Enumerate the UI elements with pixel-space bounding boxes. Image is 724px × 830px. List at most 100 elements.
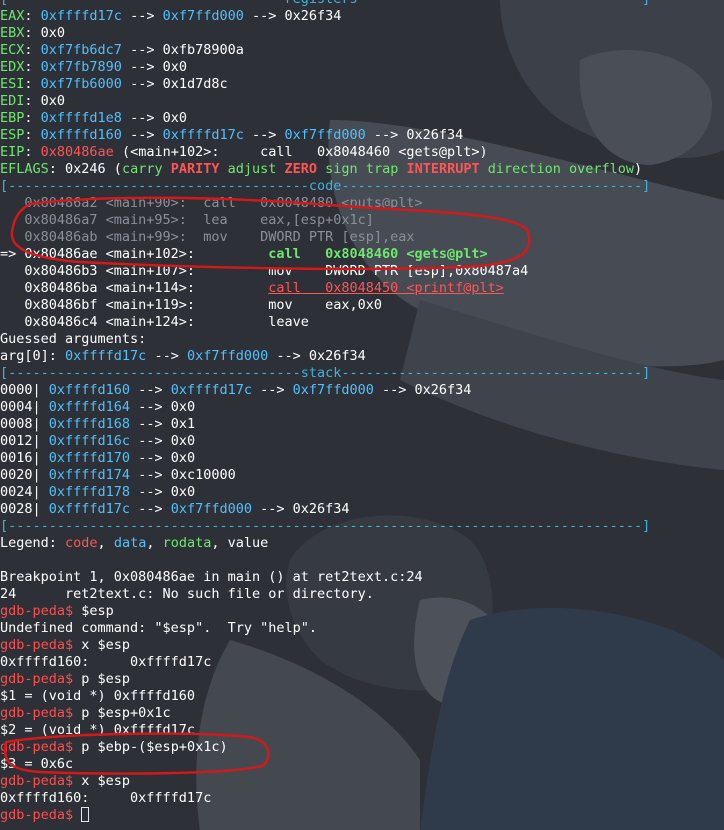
terminal-text: --> 0x0: [130, 433, 196, 449]
terminal-text: ,: [146, 535, 163, 551]
terminal-text: call 0x8048450 <printf@plt>: [268, 280, 504, 296]
terminal-text: :: [24, 144, 41, 160]
terminal-text: 0xf7ffd000: [292, 382, 374, 398]
terminal-text: 24 ret2text.c: No such file or directory…: [0, 586, 374, 602]
terminal-line: 0016| 0xffffd170 --> 0x0: [0, 450, 724, 467]
terminal-line: 24 ret2text.c: No such file or directory…: [0, 586, 724, 603]
terminal-line: 0012| 0xffffd16c --> 0x0: [0, 433, 724, 450]
terminal-text: --> 0x0: [130, 399, 196, 415]
terminal-text: 0xffffd160: [48, 382, 131, 398]
terminal-line: gdb-peda$ p $ebp-($esp+0x1c): [0, 739, 724, 756]
terminal-text: --> 0x26f34: [365, 127, 464, 143]
terminal-line: 0024| 0xffffd178 --> 0x0: [0, 484, 724, 501]
terminal-text: 0x80486ba <main+114>:: [0, 280, 269, 296]
terminal-line: 0020| 0xffffd174 --> 0xc10000: [0, 467, 724, 484]
terminal-text: -->: [130, 382, 171, 398]
terminal-text: :: [24, 76, 41, 92]
terminal-text: [---------------------------------------…: [0, 518, 651, 534]
terminal-text: 0xf7ffd000: [162, 8, 244, 24]
terminal-text: :: [24, 8, 41, 24]
terminal-line: 0xffffd160: 0xffffd17c: [0, 790, 724, 807]
terminal-text: call 0x8048460 <gets@plt>: [268, 246, 488, 262]
terminal-text: p $ebp-($esp+0x1c): [73, 739, 228, 755]
terminal-line: arg[0]: 0xffffd17c --> 0xf7ffd000 --> 0x…: [0, 348, 724, 365]
terminal-text: 0028|: [0, 501, 49, 517]
terminal-text: (<main+102>: call 0x8048460 <gets@plt>): [113, 144, 488, 160]
gdb-prompt: gdb-peda$: [0, 671, 74, 687]
terminal-text: x $esp: [73, 773, 131, 789]
terminal-text: 0xffffd17c: [48, 501, 131, 517]
terminal-text: 0000|: [0, 382, 49, 398]
terminal-text: code: [65, 535, 98, 551]
terminal-text: direction overflow: [479, 161, 635, 177]
terminal-line: Undefined command: "$esp". Try "help".: [0, 620, 724, 637]
terminal-line: gdb-peda$ x $esp: [0, 773, 724, 790]
terminal-text: ): [634, 161, 643, 177]
terminal-text: data: [113, 535, 147, 551]
gdb-prompt: gdb-peda$: [0, 705, 74, 721]
terminal-text: --> 0x0: [121, 110, 187, 126]
gdb-prompt: gdb-peda$: [0, 739, 74, 755]
terminal-text: 0xffffd168: [48, 416, 131, 432]
terminal-text: $esp: [73, 603, 114, 619]
terminal-text: Breakpoint 1, 0x080486ae in main () at r…: [0, 569, 423, 585]
terminal-text: EIP: [0, 144, 25, 160]
terminal-text: EFLAGS: [0, 161, 49, 177]
terminal-text: 0012|: [0, 433, 49, 449]
terminal-line: ESI: 0xf7fb6000 --> 0x1d7d8c: [0, 76, 724, 93]
terminal-line: 0000| 0xffffd160 --> 0xffffd17c --> 0xf7…: [0, 382, 724, 399]
terminal-text: -->: [243, 127, 285, 143]
terminal-text: 0x80486ae: [40, 144, 114, 160]
terminal-line: gdb-peda$ p $esp: [0, 671, 724, 688]
terminal-text: 0x80486b3 <main+107>: mov DWORD PTR [esp…: [0, 263, 529, 279]
terminal-text: [-------------------------------------co…: [0, 178, 651, 194]
terminal-text: 0x80486a7 <main+95>:: [0, 212, 204, 228]
terminal-text: 0020|: [0, 467, 49, 483]
terminal-text: 0024|: [0, 484, 49, 500]
terminal-text: 0xf7fb6000: [40, 76, 122, 92]
terminal-text: -->: [130, 501, 171, 517]
terminal-text: :: [24, 110, 41, 126]
terminal-line: ECX: 0xf7fb6dc7 --> 0xfb78900a: [0, 42, 724, 59]
terminal-text: --> 0x1: [130, 416, 196, 432]
terminal-text: INTERRUPT: [406, 161, 480, 177]
terminal-text: ,: [97, 535, 114, 551]
terminal-line: gdb-peda$ p $esp+0x1c: [0, 705, 724, 722]
terminal-text: 0008|: [0, 416, 49, 432]
terminal-line: 0028| 0xffffd17c --> 0xf7ffd000 --> 0x26…: [0, 501, 724, 518]
terminal-text: EDI: [0, 93, 25, 109]
terminal-text: 0xffffd17c: [170, 382, 252, 398]
terminal-text: 0xffffd160: 0xffffd17c: [0, 790, 212, 806]
terminal-text: -->: [121, 127, 163, 143]
terminal-text: 0xffffd164: [48, 399, 131, 415]
terminal-text: --> 0xfb78900a: [121, 42, 244, 58]
terminal-line: 0x80486ab <main+99>: mov DWORD PTR [esp]…: [0, 229, 724, 246]
block-cursor-icon[interactable]: [81, 807, 90, 822]
terminal-text: 0xffffd17c: [162, 127, 244, 143]
terminal-line: Legend: code, data, rodata, value: [0, 535, 724, 552]
terminal-text: -->: [146, 348, 187, 364]
terminal-line: gdb-peda$ $esp: [0, 603, 724, 620]
terminal-text: 0xffffd160: [40, 127, 122, 143]
terminal-line: [------------------------------------sta…: [0, 365, 724, 382]
terminal-text: :: [24, 42, 41, 58]
terminal-line: EDX: 0xf7fb7890 --> 0x0: [0, 59, 724, 76]
terminal-text: 0xffffd17c: [40, 8, 122, 24]
terminal-text: --> 0xc10000: [130, 467, 236, 483]
terminal-text: : 0x246 (: [48, 161, 122, 177]
terminal-output: [----------------------------------regis…: [0, 0, 724, 824]
terminal-line: 0x80486c4 <main+124>: leave: [0, 314, 724, 331]
gdb-prompt: gdb-peda$: [0, 637, 74, 653]
terminal-text: arg[0]:: [0, 348, 66, 364]
terminal-line: Breakpoint 1, 0x080486ae in main () at r…: [0, 569, 724, 586]
terminal-text: Undefined command: "$esp". Try "help".: [0, 620, 317, 636]
terminal-text: -->: [251, 382, 293, 398]
terminal-text: --> 0x26f34: [243, 8, 342, 24]
terminal-text: EDX: [0, 59, 25, 75]
terminal-text: , value: [211, 535, 269, 551]
terminal-text: ESP: [0, 127, 25, 143]
terminal-text: 0x80486a2 <main+90>: call 0x8048480 <put…: [0, 195, 423, 211]
terminal-text: 0xffffd174: [48, 467, 131, 483]
terminal-text: 0x80486bf <main+119>: mov eax,0x0: [0, 297, 383, 313]
